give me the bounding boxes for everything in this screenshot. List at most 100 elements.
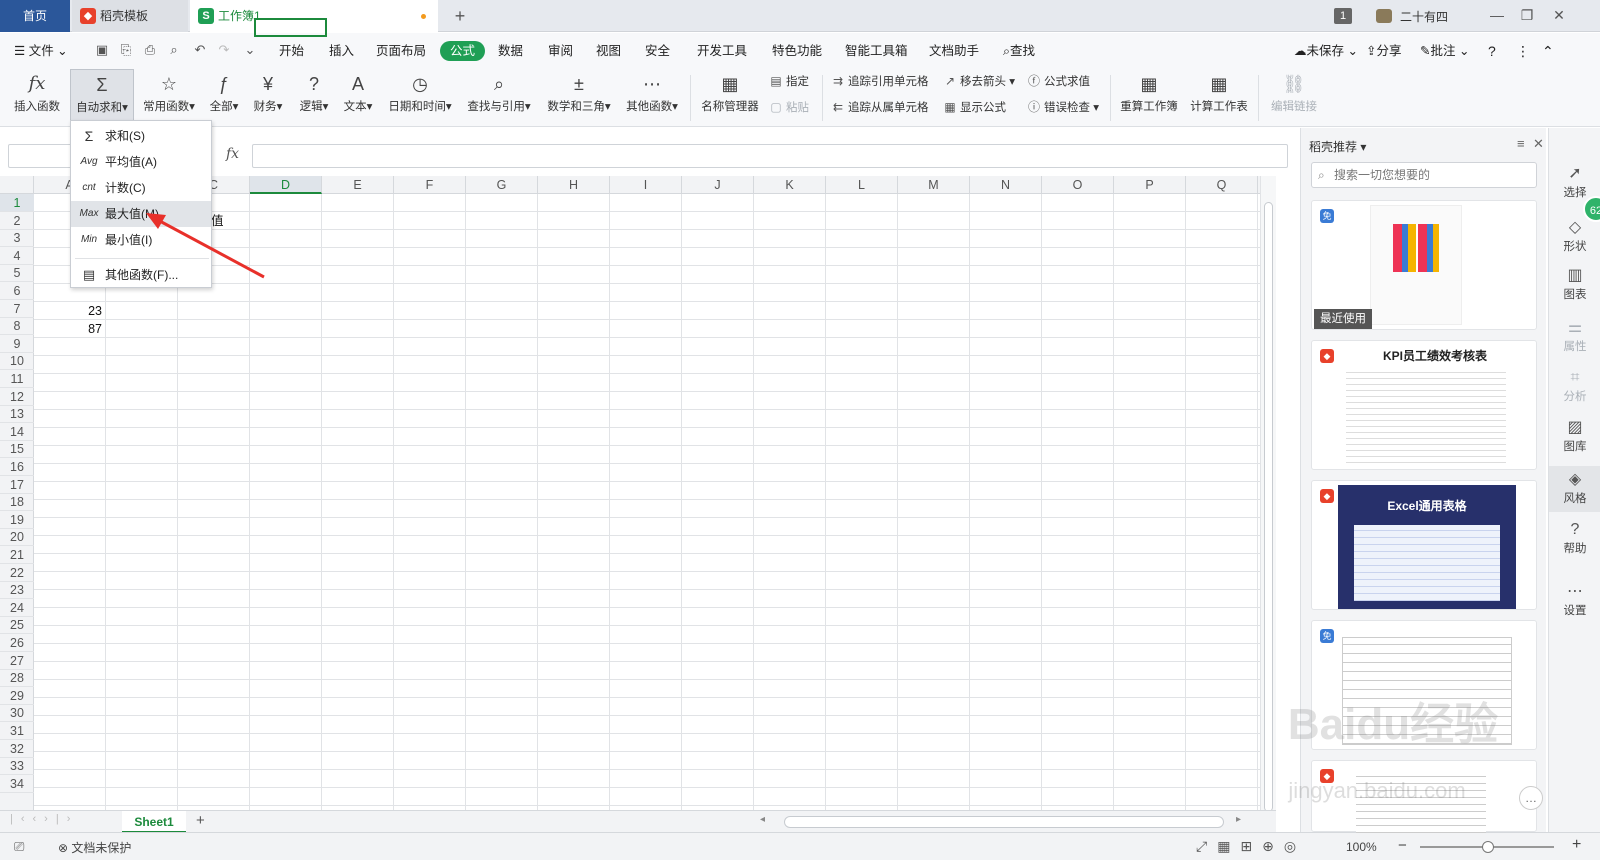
lookup-button[interactable]: ⌕ 查找与引用▾ (462, 69, 536, 123)
trace-dependents-button[interactable]: ⇇ 追踪从属单元格 (830, 97, 929, 117)
row-header-18[interactable]: 18 (0, 493, 34, 512)
rail-style[interactable]: ◈ 风格 (1549, 466, 1600, 512)
rail-properties[interactable]: ⚌ 属性 (1549, 318, 1600, 354)
rail-help[interactable]: ? 帮助 (1549, 520, 1600, 556)
row-header-3[interactable]: 3 (0, 229, 34, 248)
row-header-4[interactable]: 4 (0, 247, 34, 265)
zoom-in-icon[interactable]: + (1572, 836, 1581, 854)
specify-button[interactable]: ▤ 指定 (768, 71, 809, 91)
menu-security[interactable]: 安全 (645, 41, 670, 61)
zoom-level[interactable]: 100% (1346, 840, 1377, 854)
macro-icon[interactable]: ⎚ (14, 839, 24, 855)
close-icon[interactable]: ✕ (1544, 0, 1574, 32)
rail-gallery[interactable]: ▨ 图库 (1549, 418, 1600, 454)
new-tab-button[interactable]: + (448, 0, 472, 32)
collapse-ribbon-icon[interactable]: ⌃ (1542, 41, 1554, 61)
tab-templates[interactable]: ◆ 稻壳模板 (72, 0, 188, 32)
row-header-6[interactable]: 6 (0, 282, 34, 300)
all-functions-button[interactable]: ƒ 全部▾ (204, 69, 244, 123)
row-header-14[interactable]: 14 (0, 423, 34, 441)
search-button[interactable]: ⌕查找 (1003, 41, 1035, 61)
print-icon[interactable]: ⎙ (142, 42, 158, 58)
row-header-7[interactable]: 7 (0, 300, 34, 318)
row-header-11[interactable]: 11 (0, 370, 34, 388)
menu-item-average[interactable]: Avg 平均值(A) (71, 149, 211, 175)
panel-menu-icon[interactable]: ≡ (1517, 136, 1525, 151)
name-manager-button[interactable]: ▦ 名称管理器 (698, 69, 762, 123)
active-cell-d1[interactable] (254, 18, 327, 37)
template-card-kpi[interactable]: ◆ KPI员工绩效考核表 (1311, 340, 1537, 470)
row-header-8[interactable]: 8 (0, 317, 34, 336)
edit-links-button[interactable]: ⛓ 编辑链接 (1266, 69, 1322, 123)
row-header-29[interactable]: 29 (0, 687, 34, 705)
row-header-20[interactable]: 20 (0, 528, 34, 547)
column-header-i[interactable]: I (610, 176, 682, 194)
rail-select[interactable]: ➚ 选择 (1549, 164, 1600, 200)
row-header-23[interactable]: 23 (0, 581, 34, 600)
share-button[interactable]: ⇪分享 (1366, 41, 1402, 61)
column-header-m[interactable]: M (898, 176, 970, 194)
row-header-2[interactable]: 2 (0, 212, 34, 230)
template-card-recent[interactable]: 免 最近使用 (1311, 200, 1537, 330)
paste-button[interactable]: ▢ 粘贴 (768, 97, 809, 117)
menu-item-count[interactable]: cnt 计数(C) (71, 175, 211, 201)
row-header-15[interactable]: 15 (0, 440, 34, 459)
menu-developer[interactable]: 开发工具 (697, 41, 747, 61)
save-icon[interactable]: ▣ (94, 42, 110, 58)
chevron-down-icon[interactable]: ⌄ (242, 42, 258, 58)
file-menu[interactable]: ☰ 文件 ⌄ (14, 41, 68, 61)
cell-area[interactable]: 值 23 87 (34, 194, 1276, 810)
column-header-o[interactable]: O (1042, 176, 1114, 194)
menu-start[interactable]: 开始 (279, 41, 304, 61)
row-header-19[interactable]: 19 (0, 511, 34, 529)
panel-search-input[interactable]: ⌕ 搜索一切您想要的 (1311, 162, 1537, 188)
column-header-h[interactable]: H (538, 176, 610, 194)
panel-close-icon[interactable]: ✕ (1533, 136, 1544, 152)
template-card-excel[interactable]: ◆ Excel通用表格 (1311, 480, 1537, 610)
logic-button[interactable]: ? 逻辑▾ (294, 69, 334, 123)
comment-button[interactable]: ✎批注 ⌄ (1420, 41, 1469, 61)
undo-icon[interactable]: ↶ (192, 42, 208, 58)
calc-sheet-button[interactable]: ▦ 计算工作表 (1188, 69, 1250, 123)
menu-features[interactable]: 特色功能 (772, 41, 822, 61)
row-header-28[interactable]: 28 (0, 669, 34, 688)
add-sheet-icon[interactable]: + (196, 812, 205, 829)
menu-doc-assistant[interactable]: 文档助手 (929, 41, 979, 61)
menu-data[interactable]: 数据 (498, 41, 523, 61)
rail-shape[interactable]: ◇ 形状 (1549, 218, 1600, 254)
rail-analysis[interactable]: ⌗ 分析 (1549, 368, 1600, 404)
cell-b7[interactable]: 87 (34, 320, 106, 338)
other-functions-button[interactable]: ⋯ 其他函数▾ (622, 69, 682, 123)
row-header-1[interactable]: 1 (0, 194, 34, 212)
menu-page-layout[interactable]: 页面布局 (376, 41, 426, 61)
column-header-f[interactable]: F (394, 176, 466, 194)
finance-button[interactable]: ¥ 财务▾ (248, 69, 288, 123)
trace-precedents-button[interactable]: ⇉ 追踪引用单元格 (830, 71, 929, 91)
insert-function-button[interactable]: fx 插入函数 (8, 69, 66, 123)
redo-icon[interactable]: ↷ (216, 42, 232, 58)
rail-chart[interactable]: ▥ 图表 (1549, 266, 1600, 302)
text-button[interactable]: A 文本▾ (338, 69, 378, 123)
row-header-22[interactable]: 22 (0, 564, 34, 582)
row-header-10[interactable]: 10 (0, 352, 34, 371)
menu-view[interactable]: 视图 (596, 41, 621, 61)
column-header-n[interactable]: N (970, 176, 1042, 194)
row-header-27[interactable]: 27 (0, 652, 34, 670)
row-header-17[interactable]: 17 (0, 476, 34, 494)
sheet-tab-sheet1[interactable]: Sheet1 (122, 811, 186, 833)
datetime-button[interactable]: ◷ 日期和时间▾ (384, 69, 456, 123)
row-header-31[interactable]: 31 (0, 722, 34, 740)
row-header-26[interactable]: 26 (0, 634, 34, 652)
panel-title[interactable]: 稻壳推荐 ▾ (1309, 138, 1366, 155)
math-button[interactable]: ± 数学和三角▾ (542, 69, 616, 123)
menu-formula[interactable]: 公式 (440, 41, 486, 61)
column-header-d[interactable]: D (250, 176, 322, 194)
autosum-button[interactable]: Σ 自动求和▾ (70, 69, 134, 123)
column-header-j[interactable]: J (682, 176, 754, 194)
column-header-e[interactable]: E (322, 176, 394, 194)
view-mode-icons[interactable]: ⤢▦⊞⊕◎ (1196, 838, 1306, 855)
zoom-out-icon[interactable]: − (1398, 837, 1407, 854)
select-all-corner[interactable] (0, 176, 34, 194)
minimize-icon[interactable]: — (1482, 0, 1512, 32)
print-preview-icon[interactable]: ⌕ (166, 42, 182, 58)
